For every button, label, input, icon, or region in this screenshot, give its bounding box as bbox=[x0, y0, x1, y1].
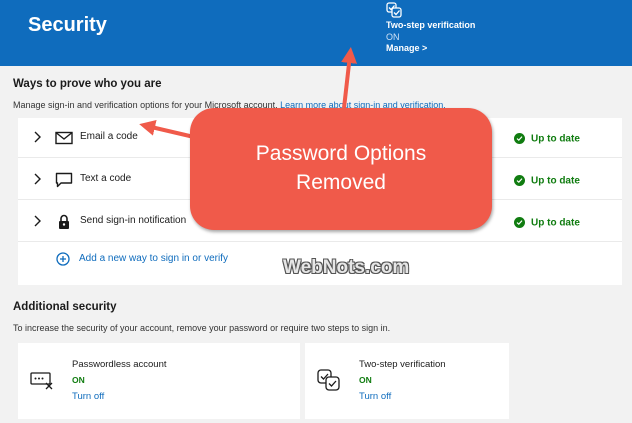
card-title: Two-step verification bbox=[359, 359, 446, 370]
chevron-right-icon[interactable] bbox=[32, 131, 42, 143]
additional-section-title: Additional security bbox=[13, 301, 117, 313]
add-circle-icon[interactable] bbox=[56, 252, 70, 266]
check-circle-icon bbox=[514, 217, 525, 229]
page-title: Security bbox=[28, 14, 107, 36]
two-step-status: ON bbox=[386, 32, 400, 42]
method-label: Email a code bbox=[80, 131, 138, 142]
ways-section-title: Ways to prove who you are bbox=[13, 78, 162, 90]
chevron-right-icon[interactable] bbox=[32, 173, 42, 185]
password-off-icon bbox=[30, 372, 53, 390]
annotation-callout: Password Options Removed bbox=[190, 108, 492, 230]
status-text: Up to date bbox=[531, 217, 580, 229]
card-status: ON bbox=[359, 375, 372, 385]
envelope-icon bbox=[55, 131, 73, 145]
lock-icon bbox=[59, 214, 69, 229]
status-badge: Up to date bbox=[514, 130, 580, 148]
passwordless-card: Passwordless account ON Turn off bbox=[18, 343, 300, 419]
page-header: Security Two-step verification ON Manage… bbox=[0, 0, 632, 66]
turn-off-link[interactable]: Turn off bbox=[359, 391, 391, 402]
two-step-icon bbox=[386, 2, 402, 18]
check-circle-icon bbox=[514, 175, 525, 187]
watermark: WebNots.com bbox=[283, 257, 410, 278]
method-label: Text a code bbox=[80, 173, 132, 184]
status-text: Up to date bbox=[531, 133, 580, 145]
method-label: Send sign-in notification bbox=[80, 215, 187, 226]
chat-icon bbox=[55, 172, 73, 188]
additional-section-desc: To increase the security of your account… bbox=[13, 323, 391, 333]
two-step-title: Two-step verification bbox=[386, 20, 476, 30]
card-title: Passwordless account bbox=[72, 359, 167, 370]
status-badge: Up to date bbox=[514, 214, 580, 232]
status-badge: Up to date bbox=[514, 172, 580, 190]
check-circle-icon bbox=[514, 133, 525, 145]
two-step-icon bbox=[317, 369, 340, 391]
callout-line-1: Password Options bbox=[255, 142, 427, 165]
manage-link[interactable]: Manage > bbox=[386, 43, 427, 53]
status-text: Up to date bbox=[531, 175, 580, 187]
add-method-link[interactable]: Add a new way to sign in or verify bbox=[79, 253, 228, 264]
turn-off-link[interactable]: Turn off bbox=[72, 391, 104, 402]
two-step-card: Two-step verification ON Turn off bbox=[305, 343, 509, 419]
callout-line-2: Removed bbox=[296, 171, 386, 194]
card-status: ON bbox=[72, 375, 85, 385]
chevron-right-icon[interactable] bbox=[32, 215, 42, 227]
